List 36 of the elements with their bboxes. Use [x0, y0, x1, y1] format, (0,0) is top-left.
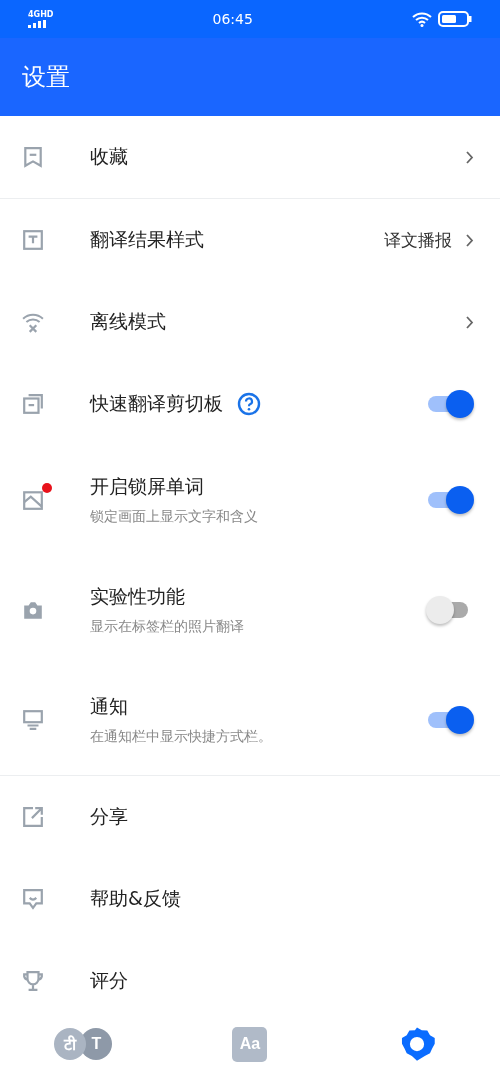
setting-description: 显示在标签栏的照片翻译 [90, 618, 245, 636]
network-type: 4GHD [28, 10, 54, 19]
setting-label[interactable]: 实验性功能 [90, 584, 185, 610]
setting-label[interactable]: 离线模式 [90, 309, 166, 335]
row-icon [22, 229, 44, 251]
setting-label[interactable]: 快速翻译剪切板 [90, 391, 223, 417]
setting-description: 在通知栏中显示快捷方式栏。 [90, 728, 273, 746]
row-icon [22, 599, 44, 621]
signal-icon [28, 19, 46, 28]
chevron-icon [466, 315, 474, 329]
row-icon [22, 709, 44, 731]
row-icon [22, 146, 44, 168]
page-title: 设置 [22, 62, 70, 93]
setting-label[interactable]: 通知 [90, 694, 128, 720]
setting-label[interactable]: 评分 [90, 968, 128, 994]
row-icon [22, 888, 44, 910]
toggle-switch[interactable] [426, 389, 474, 419]
setting-label[interactable]: 帮助&反馈 [90, 886, 181, 912]
setting-label[interactable]: 收藏 [90, 144, 128, 170]
row-icon [22, 806, 44, 828]
wifi-icon [412, 11, 432, 27]
help-icon[interactable] [237, 392, 261, 416]
chevron-icon [466, 233, 474, 247]
setting-label[interactable]: 分享 [90, 804, 128, 830]
row-icon [22, 970, 44, 992]
setting-label[interactable]: 翻译结果样式 [90, 227, 204, 253]
toggle-switch[interactable] [426, 705, 474, 735]
battery-icon [438, 11, 472, 27]
current-value: 译文播报 [384, 228, 452, 252]
clock: 06:45 [212, 11, 253, 27]
toggle-switch[interactable] [426, 485, 474, 515]
chevron-icon [466, 150, 474, 164]
row-icon [22, 393, 44, 415]
row-icon [22, 311, 44, 333]
setting-description: 锁定画面上显示文字和含义 [90, 508, 259, 526]
setting-label[interactable]: 开启锁屏单词 [90, 474, 204, 500]
